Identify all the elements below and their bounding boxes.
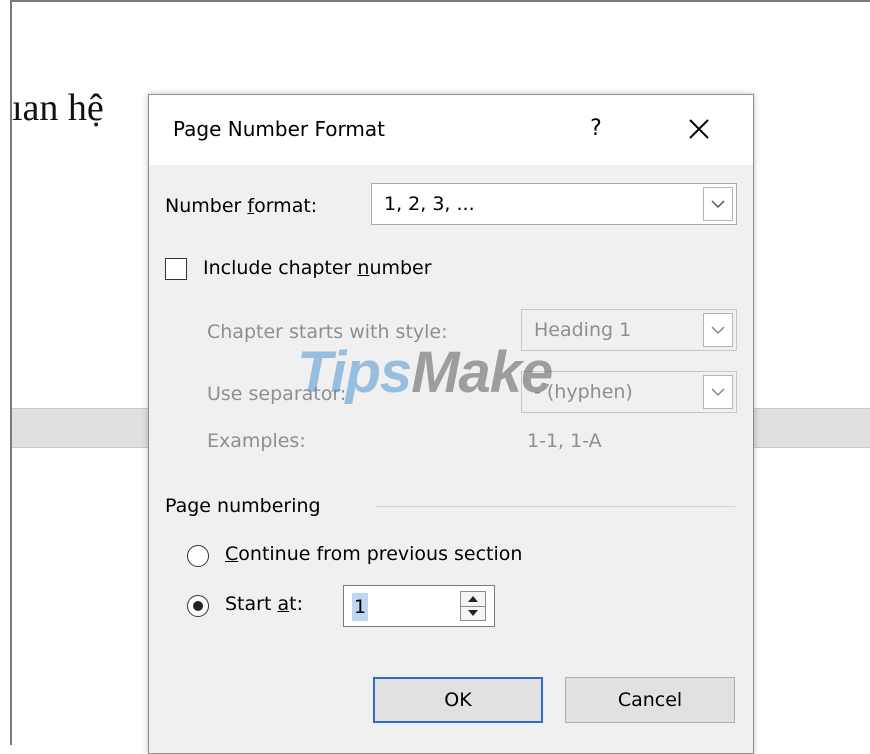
spin-down-button[interactable] (461, 606, 485, 620)
include-chapter-checkbox[interactable] (165, 258, 187, 280)
help-button[interactable]: ? (579, 111, 613, 147)
number-format-dropdown-button[interactable] (703, 187, 733, 221)
chevron-down-icon (711, 326, 725, 335)
watermark-logo: TipsMake (297, 340, 553, 405)
start-at-radio[interactable] (187, 595, 209, 617)
ok-button[interactable]: OK (373, 677, 543, 723)
dialog-title: Page Number Format (173, 117, 385, 141)
start-at-label: Start at: (225, 593, 303, 615)
caret-down-icon (468, 610, 478, 616)
chapter-style-value: Heading 1 (534, 319, 632, 341)
continue-radio[interactable] (187, 545, 209, 567)
number-format-select[interactable]: 1, 2, 3, ... (371, 183, 737, 225)
page-numbering-group-label: Page numbering (165, 495, 321, 517)
separator-select[interactable]: - (hyphen) (521, 371, 737, 413)
document-text: ıan hệ (12, 87, 104, 129)
cancel-button[interactable]: Cancel (565, 677, 735, 723)
spin-up-button[interactable] (461, 592, 485, 607)
number-format-label: Number format: (165, 195, 318, 217)
page-number-format-dialog: Page Number Format ? Number format: 1, 2… (148, 94, 754, 754)
close-icon (689, 119, 709, 139)
caret-up-icon (468, 596, 478, 602)
chevron-down-icon (711, 200, 725, 209)
start-at-spinner[interactable]: 1 (343, 585, 495, 627)
spinner-buttons (460, 591, 486, 621)
chapter-style-dropdown-button[interactable] (703, 313, 733, 347)
number-format-value: 1, 2, 3, ... (384, 193, 475, 215)
examples-value: 1-1, 1-A (527, 430, 602, 452)
close-button[interactable] (679, 109, 719, 149)
chapter-style-select[interactable]: Heading 1 (521, 309, 737, 351)
start-at-input[interactable]: 1 (352, 593, 369, 621)
dialog-titlebar: Page Number Format ? (149, 95, 753, 165)
separator-dropdown-button[interactable] (703, 375, 733, 409)
examples-label: Examples: (207, 430, 306, 452)
continue-label: Continue from previous section (225, 543, 523, 565)
group-divider (375, 506, 735, 507)
include-chapter-label: Include chapter number (203, 257, 432, 279)
chevron-down-icon (711, 388, 725, 397)
